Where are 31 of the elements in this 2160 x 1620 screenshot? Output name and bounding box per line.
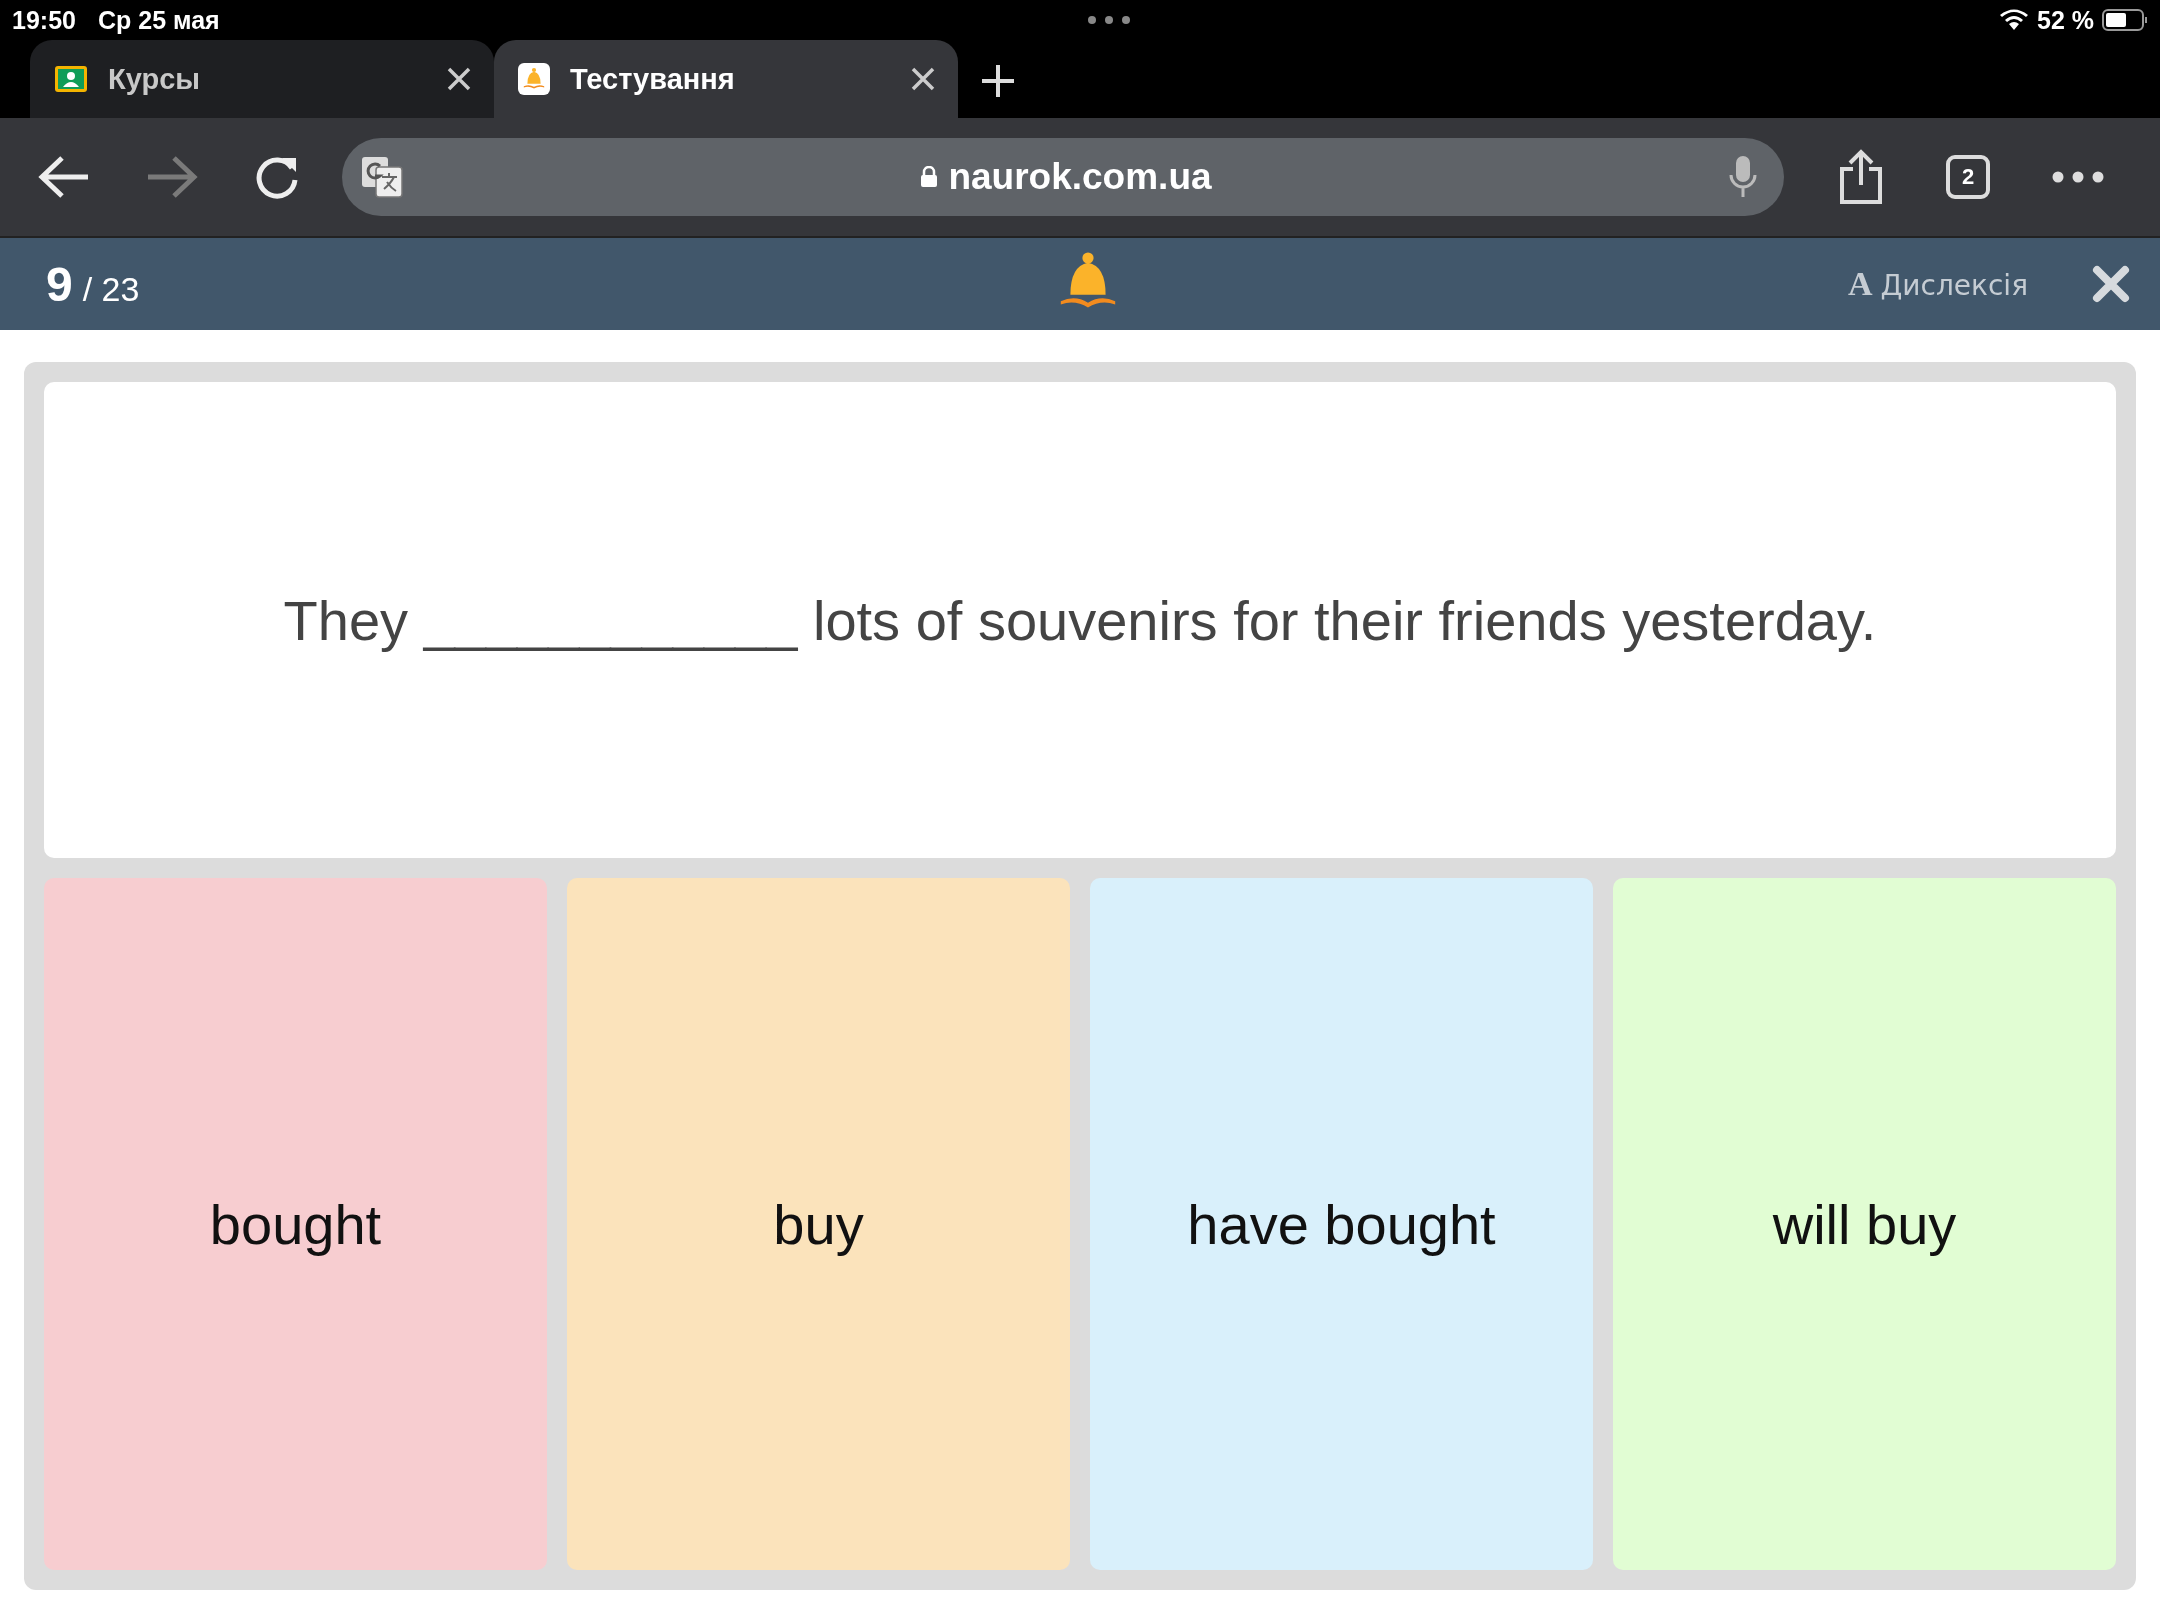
dyslexia-button[interactable]: A Дислексія: [1843, 261, 2032, 307]
classroom-icon: [54, 65, 88, 93]
status-time: 19:50: [12, 5, 76, 35]
close-icon[interactable]: [910, 66, 936, 92]
battery-percent: 52 %: [2037, 5, 2094, 35]
url-text: naurok.com.ua: [948, 156, 1212, 198]
answer-option[interactable]: bought: [44, 878, 547, 1570]
more-dots-icon: [1087, 15, 1132, 25]
forward-icon[interactable]: [146, 155, 198, 199]
tab-count-button[interactable]: 2: [1946, 155, 1990, 199]
more-icon[interactable]: [2052, 171, 2104, 183]
answer-option[interactable]: have bought: [1090, 878, 1593, 1570]
lock-icon: [920, 166, 939, 188]
close-icon[interactable]: [2092, 265, 2130, 303]
back-icon[interactable]: [38, 155, 90, 199]
answer-option[interactable]: will buy: [1613, 878, 2116, 1570]
question-text: They ____________ lots of souvenirs for their friends yesterday.: [283, 587, 1877, 653]
close-icon[interactable]: [446, 66, 472, 92]
address-bar[interactable]: naurok.com.ua: [342, 138, 1784, 216]
browser-tab[interactable]: Тестування: [494, 40, 958, 118]
translate-icon[interactable]: [360, 155, 404, 199]
wifi-icon: [1999, 9, 2029, 31]
battery-icon: [2102, 9, 2148, 31]
status-date: Ср 25 мая: [97, 5, 220, 35]
microphone-icon[interactable]: [1728, 155, 1758, 199]
question-number: 9: [46, 256, 73, 312]
browser-tab[interactable]: Курсы: [30, 40, 494, 118]
new-tab-icon[interactable]: [980, 63, 1016, 99]
question-total: / 23: [82, 269, 140, 309]
share-icon[interactable]: [1838, 149, 1884, 205]
answer-option[interactable]: buy: [567, 878, 1070, 1570]
